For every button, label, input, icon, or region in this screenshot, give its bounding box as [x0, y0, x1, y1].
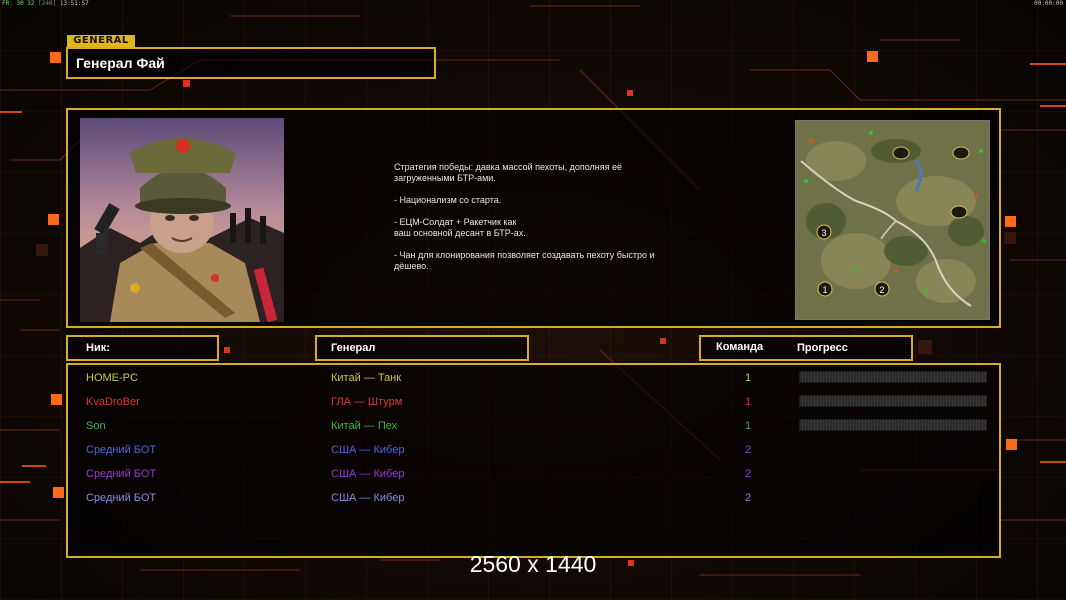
player-nick: Средний БОТ: [86, 468, 157, 480]
clock: 13:51:57: [59, 0, 89, 7]
player-row[interactable]: KvaDroBer ГЛА — Штурм 1: [68, 393, 999, 417]
player-nick: HOME-PC: [86, 372, 138, 384]
player-nick: KvaDroBer: [86, 396, 140, 408]
start-marker-3: 3: [821, 228, 826, 238]
player-general[interactable]: Китай — Пех: [331, 420, 397, 432]
general-name: Генерал Фай: [76, 55, 165, 71]
player-row[interactable]: HOME-PC Китай — Танк 1: [68, 369, 999, 393]
fps-values: 30 32: [16, 0, 35, 7]
general-portrait-icon: [80, 118, 284, 322]
player-team[interactable]: 1: [745, 420, 751, 432]
player-nick: Son: [86, 420, 106, 432]
player-team[interactable]: 1: [745, 396, 751, 408]
player-team[interactable]: 2: [745, 468, 751, 480]
general-tab: GENERAL: [67, 35, 135, 47]
general-title-box: Генерал Фай: [66, 47, 436, 79]
start-marker-2: 2: [879, 285, 884, 295]
player-row[interactable]: Средний БОТ США — Кибер 2: [68, 489, 999, 513]
player-nick: Средний БОТ: [86, 444, 157, 456]
header-progress: Прогресс: [797, 342, 848, 354]
player-row[interactable]: Son Китай — Пех 1: [68, 417, 999, 441]
player-progress-bar: [799, 371, 987, 383]
header-team: Команда: [716, 341, 764, 353]
right-clock: 00:00:00: [1034, 0, 1063, 7]
resolution-label: 2560 x 1440: [469, 551, 597, 577]
player-progress-bar: [799, 395, 987, 407]
general-info-panel: Стратегия победы: давка массой пехоты, д…: [66, 108, 1001, 328]
game-lobby-screen: FR: 30 32 [240] 13:51:57 00:00:00 GENERA…: [0, 0, 1066, 600]
player-progress-bar: [799, 419, 987, 431]
player-team[interactable]: 2: [745, 492, 751, 504]
player-nick: Средний БОТ: [86, 492, 157, 504]
fps-extra: [240]: [38, 0, 57, 7]
fps-counter: FR: 30 32 [240] 13:51:57: [2, 0, 89, 7]
player-row[interactable]: Средний БОТ США — Кибер 2: [68, 465, 999, 489]
header-team-box: Команда Прогресс: [699, 335, 913, 361]
player-row[interactable]: Средний БОТ США — Кибер 2: [68, 441, 999, 465]
player-general[interactable]: Китай — Танк: [331, 372, 401, 384]
players-table: HOME-PC Китай — Танк 1 KvaDroBer ГЛА — Штурм…: [66, 363, 1001, 558]
map-preview-icon[interactable]: 3 1 2: [795, 120, 990, 320]
start-marker-1: 1: [822, 285, 827, 295]
header-nick-box: Ник:: [66, 335, 219, 361]
strategy-description: Стратегия победы: давка массой пехоты, д…: [394, 162, 655, 271]
player-general[interactable]: ГЛА — Штурм: [331, 396, 402, 408]
header-general-box: Генерал: [315, 335, 529, 361]
player-team[interactable]: 2: [745, 444, 751, 456]
header-nick: Ник:: [86, 342, 110, 354]
player-general[interactable]: США — Кибер: [331, 444, 404, 456]
player-team[interactable]: 1: [745, 372, 751, 384]
header-general: Генерал: [331, 342, 376, 354]
player-general[interactable]: США — Кибер: [331, 492, 404, 504]
player-general[interactable]: США — Кибер: [331, 468, 404, 480]
fps-label: FR:: [2, 0, 13, 7]
